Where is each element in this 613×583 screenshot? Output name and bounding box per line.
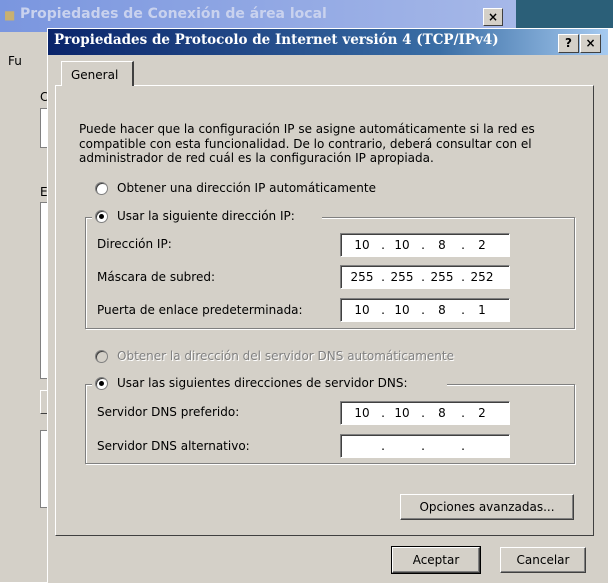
cancel-button[interactable]: Cancelar	[500, 547, 586, 573]
ip-manual-radio[interactable]	[95, 210, 108, 223]
ip-octet[interactable]: 252	[467, 270, 497, 284]
ip-manual-label[interactable]: Usar la siguiente dirección IP:	[117, 209, 295, 223]
network-connection-icon: ■	[4, 8, 16, 22]
dns-manual-radio[interactable]	[95, 377, 108, 390]
subnet-mask-label: Máscara de subred:	[97, 270, 216, 284]
ip-manual-legend: Usar la siguiente dirección IP:	[92, 207, 322, 227]
ip-octet-separator: .	[461, 303, 465, 317]
ip-octet[interactable]: 10	[387, 406, 417, 420]
ip-octet-separator: .	[421, 238, 425, 252]
ok-button[interactable]: Aceptar	[391, 546, 481, 574]
ip-octet[interactable]: 10	[347, 406, 377, 420]
ip-octet[interactable]: 8	[427, 303, 457, 317]
alternate-dns-field[interactable]: ...	[340, 434, 510, 458]
ip-auto-radio[interactable]	[95, 182, 108, 195]
ip-octet-separator: .	[421, 406, 425, 420]
intro-text: Puede hacer que la configuración IP se a…	[79, 122, 535, 165]
preferred-dns-field[interactable]: 10 10 8 2...	[340, 401, 510, 425]
ip-octet[interactable]: 10	[347, 303, 377, 317]
dns-auto-label[interactable]: Obtener la dirección del servidor DNS au…	[117, 349, 454, 363]
desktop-background	[516, 0, 613, 28]
ip-octet[interactable]: 2	[467, 406, 497, 420]
ip-octet-separator: .	[421, 439, 425, 453]
dialog-titlebar[interactable]: Propiedades de Protocolo de Internet ver…	[48, 29, 608, 55]
tab-general-label: General	[71, 68, 119, 82]
ip-octet-separator: .	[381, 303, 385, 317]
advanced-options-button[interactable]: Opciones avanzadas...	[400, 494, 574, 520]
background-tab-label: Fu	[8, 54, 22, 68]
ip-octet-separator: .	[461, 406, 465, 420]
tcpip-properties-dialog: Propiedades de Protocolo de Internet ver…	[47, 28, 608, 583]
close-button[interactable]: ×	[580, 34, 601, 53]
subnet-mask-field[interactable]: 255 255 255 252...	[340, 265, 510, 289]
ip-octet[interactable]: 1	[467, 303, 497, 317]
ip-octet[interactable]: 8	[427, 238, 457, 252]
ip-octet[interactable]: 10	[387, 303, 417, 317]
ip-octet-separator: .	[381, 439, 385, 453]
ip-octet[interactable]: 2	[467, 238, 497, 252]
ip-octet[interactable]: 255	[427, 270, 457, 284]
help-button[interactable]: ?	[558, 34, 579, 53]
preferred-dns-label: Servidor DNS preferido:	[97, 405, 240, 419]
ip-octet[interactable]: 255	[347, 270, 377, 284]
ip-octet-separator: .	[381, 270, 385, 284]
ip-address-field[interactable]: 10 10 8 2...	[340, 233, 510, 257]
default-gateway-label: Puerta de enlace predeterminada:	[97, 303, 303, 317]
dns-auto-radio[interactable]	[95, 350, 108, 363]
ip-octet-separator: .	[461, 238, 465, 252]
background-window-title: Propiedades de Conexión de área local	[20, 6, 327, 22]
ip-octet[interactable]: 8	[427, 406, 457, 420]
ip-octet[interactable]: 10	[387, 238, 417, 252]
background-close-button[interactable]: ×	[483, 8, 503, 26]
dialog-title: Propiedades de Protocolo de Internet ver…	[54, 32, 499, 48]
ip-auto-label[interactable]: Obtener una dirección IP automáticamente	[117, 181, 376, 195]
ip-octet[interactable]: 255	[387, 270, 417, 284]
alternate-dns-label: Servidor DNS alternativo:	[97, 439, 250, 453]
ip-octet-separator: .	[461, 439, 465, 453]
dns-manual-legend: Usar las siguientes direcciones de servi…	[92, 374, 447, 394]
tab-general[interactable]: General	[61, 61, 134, 86]
ip-octet-separator: .	[421, 303, 425, 317]
ip-address-label: Dirección IP:	[97, 237, 172, 251]
ip-octet-separator: .	[381, 238, 385, 252]
ip-octet-separator: .	[381, 406, 385, 420]
ip-octet-separator: .	[461, 270, 465, 284]
dns-manual-label[interactable]: Usar las siguientes direcciones de servi…	[117, 376, 408, 390]
ip-octet-separator: .	[421, 270, 425, 284]
default-gateway-field[interactable]: 10 10 8 1...	[340, 298, 510, 322]
ip-octet[interactable]: 10	[347, 238, 377, 252]
